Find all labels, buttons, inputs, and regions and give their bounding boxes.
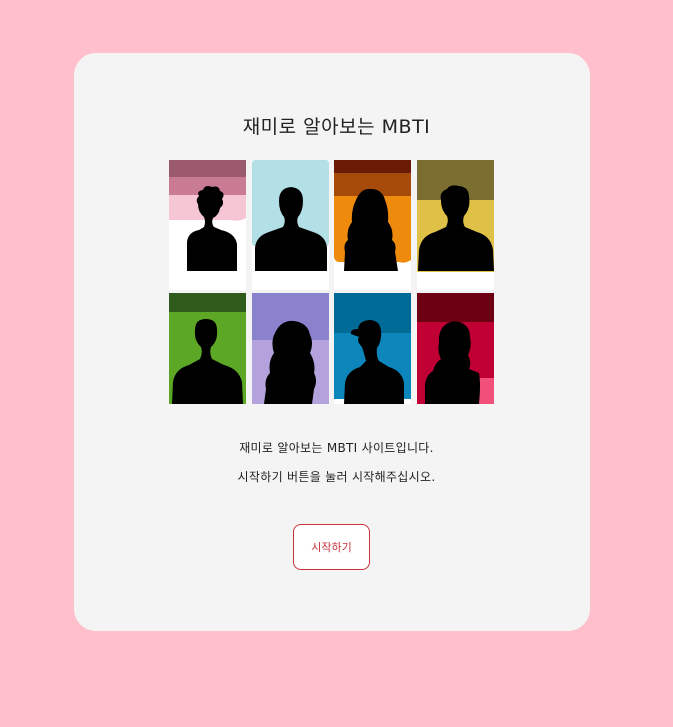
- portrait-4: [417, 160, 494, 290]
- portrait-3: [334, 160, 411, 290]
- portrait-2: [252, 160, 329, 290]
- intro-line-2: 시작하기 버튼을 눌러 시작해주십시오.: [237, 470, 436, 484]
- portrait-grid: [169, 160, 494, 404]
- portrait-6: [252, 293, 329, 404]
- start-button[interactable]: 시작하기: [293, 524, 370, 570]
- page-title: 재미로 알아보는 MBTI: [242, 116, 431, 138]
- portrait-7: [334, 293, 411, 404]
- intro-line-1: 재미로 알아보는 MBTI 사이트입니다.: [239, 441, 434, 455]
- portrait-grid-image: [169, 160, 494, 404]
- portrait-8: [417, 293, 494, 404]
- portrait-1: [169, 160, 246, 290]
- portrait-5: [169, 293, 246, 404]
